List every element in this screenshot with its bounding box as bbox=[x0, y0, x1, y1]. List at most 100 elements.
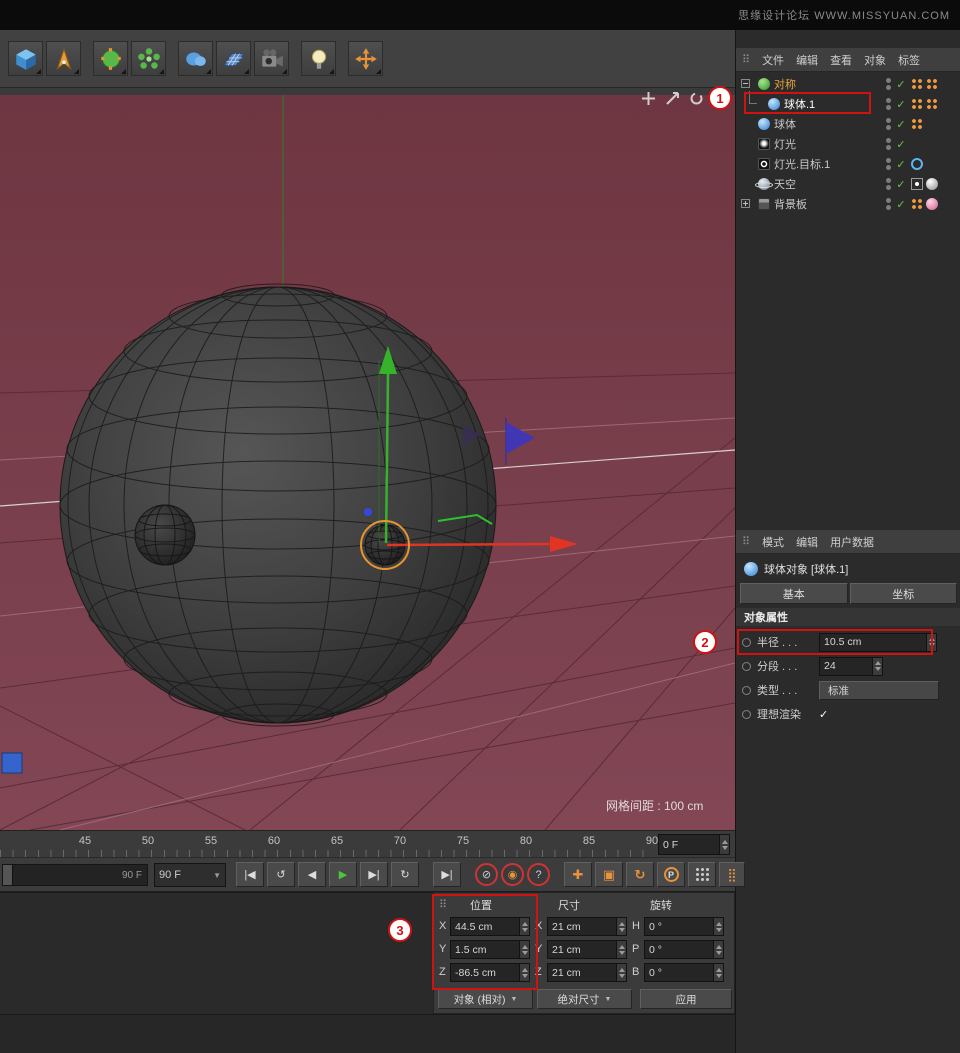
enabled-check[interactable]: ✓ bbox=[895, 118, 907, 131]
spinner[interactable] bbox=[519, 964, 529, 981]
tab-basic[interactable]: 基本 bbox=[740, 583, 848, 604]
phong-tag-icon[interactable] bbox=[926, 78, 938, 90]
play-button[interactable]: ▶ bbox=[329, 862, 357, 887]
spinner[interactable] bbox=[719, 835, 729, 854]
cube-primitive-button[interactable] bbox=[8, 41, 43, 76]
pan-icon[interactable] bbox=[640, 90, 657, 107]
tree-item-sphere-1[interactable]: 球体.1 ✓ bbox=[736, 94, 960, 114]
keyframe-dot-icon[interactable] bbox=[742, 638, 751, 647]
segments-field[interactable]: 24 bbox=[819, 657, 883, 676]
goto-end-button[interactable]: ▶| bbox=[433, 862, 461, 887]
size-mode-dropdown[interactable]: 绝对尺寸▼ bbox=[537, 989, 632, 1009]
visibility-dots[interactable] bbox=[886, 178, 891, 190]
spinner[interactable] bbox=[713, 941, 723, 958]
enabled-check[interactable]: ✓ bbox=[895, 198, 907, 211]
enabled-check[interactable]: ✓ bbox=[895, 98, 907, 111]
phong-tag-icon[interactable] bbox=[911, 118, 923, 130]
timeline-ruler[interactable]: 45 50 55 60 65 70 75 80 85 90 0 F bbox=[0, 830, 735, 858]
record-keyframe-button[interactable]: ⊘ bbox=[475, 863, 498, 886]
tree-item-symmetry[interactable]: 对称 ✓ bbox=[736, 74, 960, 94]
pos-y-field[interactable]: 1.5 cm bbox=[450, 940, 530, 959]
editable-sphere-button[interactable] bbox=[93, 41, 128, 76]
menu-userdata[interactable]: 用户数据 bbox=[830, 534, 874, 550]
tree-item-background[interactable]: 背景板 ✓ bbox=[736, 194, 960, 214]
viewport-canvas[interactable]: 网格间距 : 100 cm bbox=[0, 88, 735, 830]
autokey-button[interactable]: ◉ bbox=[501, 863, 524, 886]
array-button[interactable] bbox=[131, 41, 166, 76]
spinner[interactable] bbox=[616, 918, 626, 935]
palette-button[interactable]: ⣿ bbox=[719, 862, 745, 887]
viewport[interactable]: 网格间距 : 100 cm bbox=[0, 88, 735, 830]
enabled-check[interactable]: ✓ bbox=[895, 78, 907, 91]
keyframe-dot-icon[interactable] bbox=[742, 662, 751, 671]
tree-item-light[interactable]: 灯光 ✓ bbox=[736, 134, 960, 154]
coord-mode-dropdown[interactable]: 对象 (相对)▼ bbox=[438, 989, 533, 1009]
visibility-dots[interactable] bbox=[886, 198, 891, 210]
size-x-field[interactable]: 21 cm bbox=[547, 917, 627, 936]
goto-start-button[interactable]: |◀ bbox=[236, 862, 264, 887]
spinner[interactable] bbox=[713, 964, 723, 981]
keyframe-options-button[interactable]: ? bbox=[527, 863, 550, 886]
sphere-object[interactable] bbox=[60, 284, 496, 726]
viewport-corner-widget[interactable] bbox=[2, 753, 22, 773]
visibility-dots[interactable] bbox=[886, 78, 891, 90]
spinner[interactable] bbox=[519, 941, 529, 958]
zoom-icon[interactable] bbox=[664, 90, 681, 107]
keyframe-dot-icon[interactable] bbox=[742, 686, 751, 695]
tree-item-light-target[interactable]: 灯光.目标.1 ✓ bbox=[736, 154, 960, 174]
move-tool-button[interactable]: ✚ bbox=[564, 862, 592, 887]
enabled-check[interactable]: ✓ bbox=[895, 178, 907, 191]
floor-button[interactable] bbox=[216, 41, 251, 76]
render-perfect-checkbox[interactable]: ✓ bbox=[819, 708, 828, 721]
phong-tag-icon[interactable] bbox=[911, 78, 923, 90]
collapse-icon[interactable] bbox=[741, 79, 750, 88]
pos-x-field[interactable]: 44.5 cm bbox=[450, 917, 530, 936]
scale-tool-button[interactable]: ▣ bbox=[595, 862, 623, 887]
range-handle[interactable] bbox=[3, 865, 13, 885]
tab-coordinates[interactable]: 坐标 bbox=[850, 583, 958, 604]
tree-item-sky[interactable]: 天空 ✓ bbox=[736, 174, 960, 194]
rotate-view-icon[interactable] bbox=[688, 90, 705, 107]
next-frame-button[interactable]: ▶| bbox=[360, 862, 388, 887]
camera-button[interactable] bbox=[254, 41, 289, 76]
rotate-tool-button[interactable]: ↻ bbox=[626, 862, 654, 887]
phong-tag-icon[interactable] bbox=[911, 98, 923, 110]
play-backward-button[interactable]: ↺ bbox=[267, 862, 295, 887]
spinner[interactable] bbox=[872, 658, 882, 675]
spline-pen-button[interactable] bbox=[46, 41, 81, 76]
expand-icon[interactable] bbox=[741, 199, 750, 208]
tree-item-sphere[interactable]: 球体 ✓ bbox=[736, 114, 960, 134]
size-z-field[interactable]: 21 cm bbox=[547, 963, 627, 982]
panel-grip-icon[interactable]: ⠿ bbox=[742, 53, 750, 66]
small-sphere-object[interactable] bbox=[135, 505, 195, 565]
rot-p-field[interactable]: 0 ° bbox=[644, 940, 724, 959]
menu-edit[interactable]: 编辑 bbox=[796, 52, 818, 68]
material-thumb-icon[interactable] bbox=[926, 198, 938, 210]
type-dropdown[interactable]: 标准 bbox=[819, 681, 939, 700]
enabled-check[interactable]: ✓ bbox=[895, 158, 907, 171]
size-y-field[interactable]: 21 cm bbox=[547, 940, 627, 959]
visibility-dots[interactable] bbox=[886, 98, 891, 110]
radius-field[interactable]: 10.5 cm bbox=[819, 633, 937, 652]
rot-h-field[interactable]: 0 ° bbox=[644, 917, 724, 936]
rot-b-field[interactable]: 0 ° bbox=[644, 963, 724, 982]
loop-button[interactable]: ↻ bbox=[391, 862, 419, 887]
spinner[interactable] bbox=[616, 941, 626, 958]
metaball-button[interactable] bbox=[178, 41, 213, 76]
current-frame-field[interactable]: 0 F bbox=[658, 834, 730, 855]
material-thumb-icon[interactable] bbox=[926, 178, 938, 190]
axis-tool-button[interactable] bbox=[348, 41, 383, 76]
prev-frame-button[interactable]: ◀ bbox=[298, 862, 326, 887]
menu-file[interactable]: 文件 bbox=[762, 52, 784, 68]
preview-range-slider[interactable]: 90 F bbox=[2, 864, 148, 886]
spinner[interactable] bbox=[926, 634, 936, 651]
apply-button[interactable]: 应用 bbox=[640, 989, 732, 1009]
pos-z-field[interactable]: -86.5 cm bbox=[450, 963, 530, 982]
grid-dots-button[interactable] bbox=[688, 862, 716, 887]
target-tag-icon[interactable] bbox=[911, 158, 923, 170]
spinner[interactable] bbox=[616, 964, 626, 981]
menu-edit[interactable]: 编辑 bbox=[796, 534, 818, 550]
menu-object[interactable]: 对象 bbox=[864, 52, 886, 68]
spinner[interactable] bbox=[519, 918, 529, 935]
phong-tag-icon[interactable] bbox=[911, 198, 923, 210]
